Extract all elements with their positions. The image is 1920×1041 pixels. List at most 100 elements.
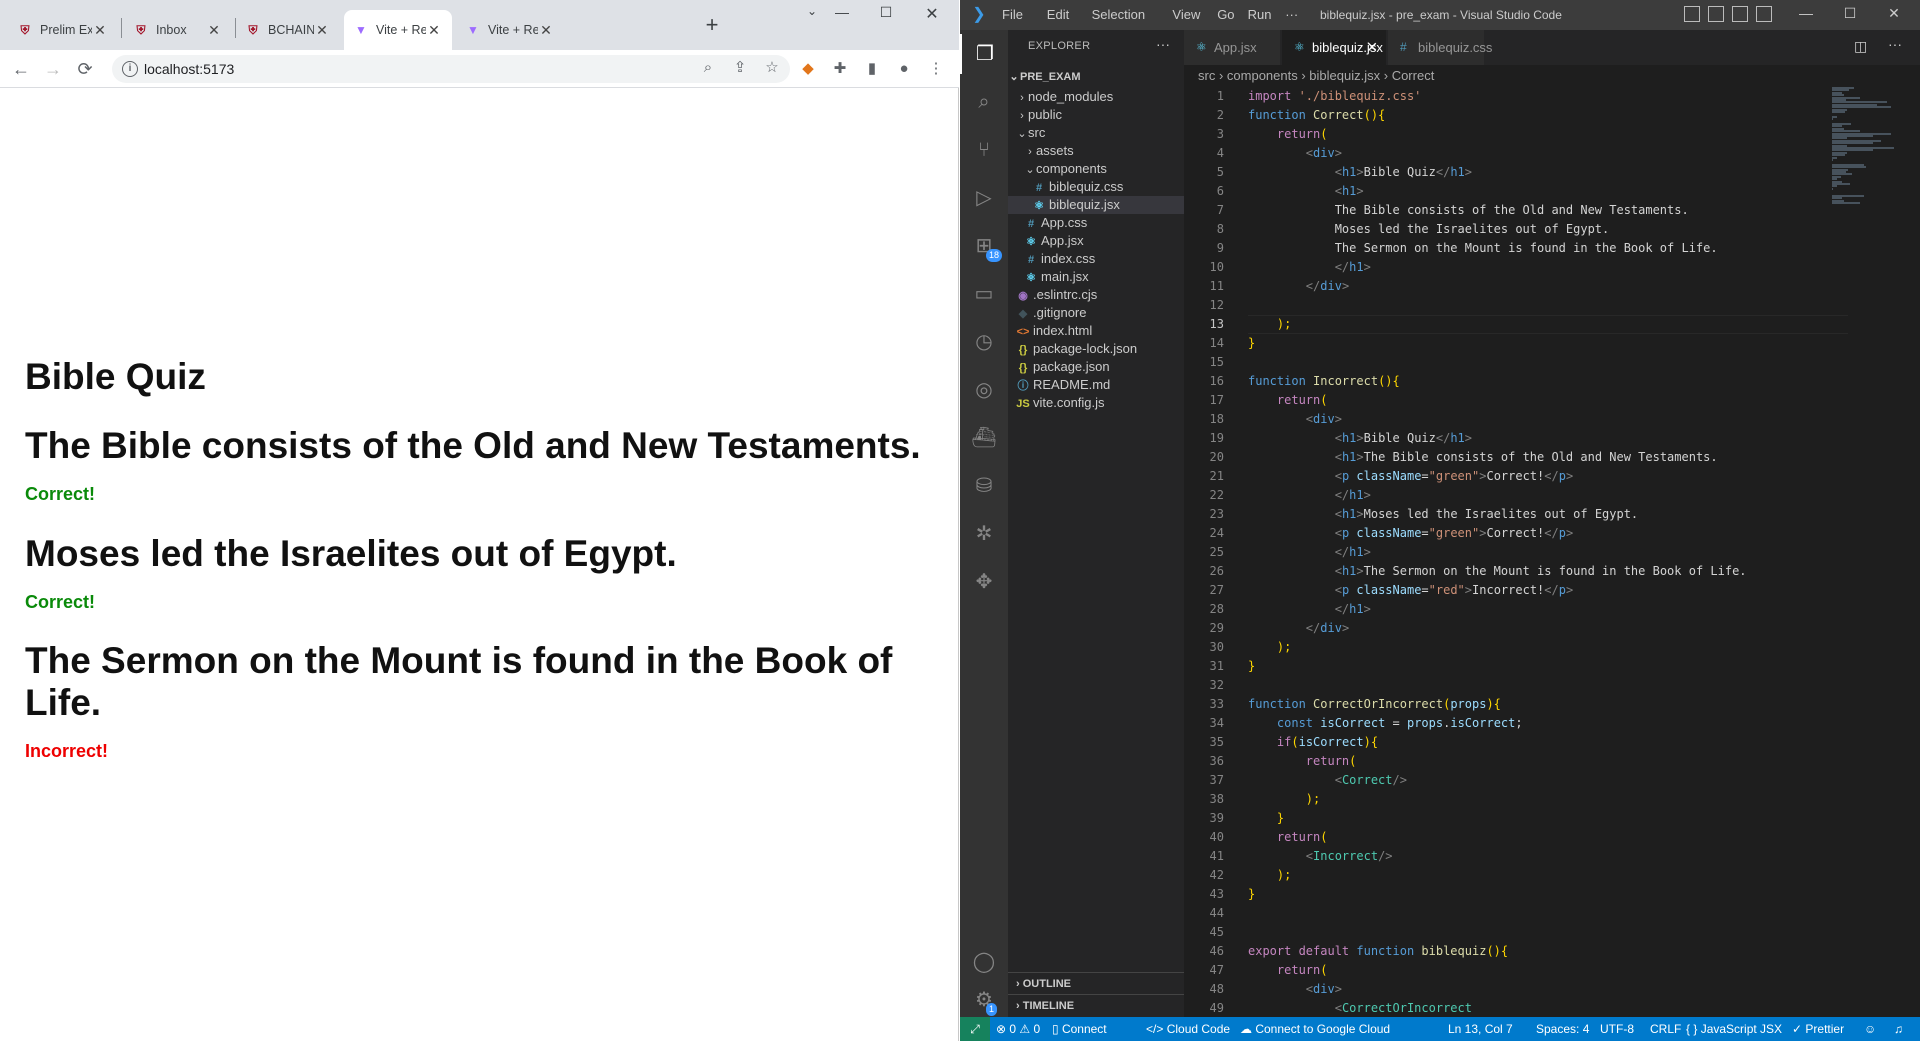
customize-layout-icon[interactable] bbox=[1756, 6, 1772, 22]
outline-section[interactable]: › OUTLINE bbox=[1008, 972, 1184, 994]
profile-avatar-icon[interactable]: ● bbox=[892, 56, 916, 82]
forward-icon[interactable]: → bbox=[40, 56, 66, 82]
notifications-bell-icon[interactable]: ♫ bbox=[1894, 1017, 1903, 1041]
feedback-icon[interactable]: ☺ bbox=[1864, 1017, 1876, 1041]
cloud-code-status[interactable]: </> Cloud Code bbox=[1146, 1017, 1230, 1041]
source-control-icon[interactable]: ⑂ bbox=[960, 130, 1008, 170]
code-editor[interactable]: 1 import './biblequiz.css' 2 function Corre… bbox=[1184, 87, 1920, 1017]
file-item[interactable]: ◉ .eslintrc.cjs bbox=[1008, 286, 1184, 304]
minimap[interactable] bbox=[1832, 87, 1912, 207]
reload-icon[interactable]: ⟳ bbox=[72, 56, 98, 82]
prettier-status[interactable]: ✓ Prettier bbox=[1792, 1017, 1844, 1041]
database-icon[interactable]: ⛁ bbox=[960, 466, 1008, 506]
extensions-icon[interactable]: ⊞ 18 bbox=[960, 226, 1008, 266]
file-item[interactable]: ◆ .gitignore bbox=[1008, 304, 1184, 322]
toggle-secondary-sidebar-icon[interactable] bbox=[1732, 6, 1748, 22]
explorer-more-icon[interactable]: ··· bbox=[1156, 36, 1170, 52]
file-item[interactable]: ⚛ App.jsx bbox=[1008, 232, 1184, 250]
menu-item[interactable]: Edit bbox=[1047, 7, 1069, 22]
run-debug-icon[interactable]: ▷ bbox=[960, 178, 1008, 218]
address-bar[interactable]: i localhost:5173 ⌕ ⇪ ☆ bbox=[112, 55, 790, 83]
breadcrumb-item[interactable]: components bbox=[1227, 68, 1298, 83]
problems-status[interactable]: ⊗ 0 ⚠ 0 bbox=[996, 1017, 1040, 1041]
vscode-close-icon[interactable]: ✕ bbox=[1874, 5, 1914, 22]
file-item[interactable]: # biblequiz.css bbox=[1008, 178, 1184, 196]
close-tab-icon[interactable]: ✕ bbox=[426, 22, 442, 39]
cursor-position[interactable]: Ln 13, Col 7 bbox=[1448, 1017, 1513, 1041]
explorer-icon[interactable]: ❐ bbox=[960, 34, 1008, 74]
menu-item[interactable]: Run bbox=[1248, 7, 1272, 22]
editor-tab[interactable]: # biblequiz.css bbox=[1388, 30, 1492, 65]
cloud-code-icon[interactable]: ◎ bbox=[960, 370, 1008, 410]
close-tab-icon[interactable]: ✕ bbox=[538, 22, 554, 39]
breadcrumb-item[interactable]: biblequiz.jsx bbox=[1309, 68, 1380, 83]
file-item[interactable]: # App.css bbox=[1008, 214, 1184, 232]
chrome-menu-icon[interactable]: ⋮ bbox=[924, 56, 948, 82]
split-editor-icon[interactable]: ◫ bbox=[1854, 38, 1867, 55]
zoom-icon[interactable]: ⌕ bbox=[696, 55, 720, 81]
maximize-icon[interactable]: ☐ bbox=[864, 4, 908, 26]
manage-gear-icon[interactable]: ⚙ 1 bbox=[960, 980, 1008, 1020]
menu-item[interactable]: Go bbox=[1217, 7, 1234, 22]
remote-explorer-icon[interactable]: ▭ bbox=[960, 274, 1008, 314]
folder-item[interactable]: ⌄components bbox=[1008, 160, 1184, 178]
language-mode[interactable]: { } JavaScript JSX bbox=[1686, 1017, 1782, 1041]
breadcrumb-item[interactable]: Correct bbox=[1392, 68, 1435, 83]
remote-indicator-icon[interactable]: ⤢ bbox=[960, 1017, 990, 1041]
close-editor-tab-icon[interactable]: ✕ bbox=[1366, 30, 1378, 65]
browser-tab[interactable]: ⛨ Prelim Exam (✕ bbox=[8, 10, 118, 50]
file-item[interactable]: ⓘ README.md bbox=[1008, 376, 1184, 394]
minimize-icon[interactable]: — bbox=[820, 4, 864, 26]
vscode-minimize-icon[interactable]: — bbox=[1786, 5, 1826, 21]
file-item[interactable]: <> index.html bbox=[1008, 322, 1184, 340]
folder-item[interactable]: › assets bbox=[1008, 142, 1184, 160]
editor-more-icon[interactable]: ··· bbox=[1888, 36, 1902, 52]
share-icon[interactable]: ⇪ bbox=[728, 55, 752, 81]
browser-tab[interactable]: ▼ Vite + React✕ bbox=[344, 10, 452, 50]
folder-item[interactable]: › node_modules bbox=[1008, 88, 1184, 106]
browser-tab[interactable]: ▼ Vite + React✕ bbox=[456, 10, 564, 50]
kubernetes-icon[interactable]: ✲ bbox=[960, 514, 1008, 554]
eol-status[interactable]: CRLF bbox=[1650, 1017, 1681, 1041]
menu-item[interactable]: File bbox=[1002, 7, 1023, 22]
bookmark-star-icon[interactable]: ☆ bbox=[760, 55, 784, 81]
back-icon[interactable]: ← bbox=[8, 56, 34, 82]
file-item[interactable]: {} package-lock.json bbox=[1008, 340, 1184, 358]
extensions-puzzle-icon[interactable]: ✚ bbox=[828, 56, 852, 82]
new-tab-button[interactable]: + bbox=[700, 14, 724, 38]
accounts-icon[interactable]: ◯ bbox=[960, 942, 1008, 982]
timeline-section[interactable]: › TIMELINE bbox=[1008, 994, 1184, 1016]
browser-tab[interactable]: ⛨ BCHAIN-WEE✕ bbox=[236, 10, 340, 50]
close-tab-icon[interactable]: ✕ bbox=[206, 22, 222, 39]
close-tab-icon[interactable]: ✕ bbox=[314, 22, 330, 39]
close-window-icon[interactable]: ✕ bbox=[910, 4, 954, 26]
folder-item[interactable]: ⌄src bbox=[1008, 124, 1184, 142]
file-item[interactable]: {} package.json bbox=[1008, 358, 1184, 376]
editor-tab[interactable]: ⚛ biblequiz.jsx ✕ bbox=[1282, 30, 1386, 65]
menu-item[interactable]: Selection bbox=[1092, 7, 1145, 22]
site-info-icon[interactable]: i bbox=[122, 61, 138, 77]
indentation-status[interactable]: Spaces: 4 bbox=[1536, 1017, 1589, 1041]
file-item[interactable]: ⚛ biblequiz.jsx bbox=[1008, 196, 1184, 214]
browser-tab[interactable]: ⛨ Inbox ✕ bbox=[124, 10, 232, 50]
breadcrumb-item[interactable]: src bbox=[1198, 68, 1215, 83]
toggle-sidebar-icon[interactable] bbox=[1684, 6, 1700, 22]
project-root[interactable]: ⌄PRE_EXAM bbox=[1008, 66, 1184, 88]
google-cloud-status[interactable]: ☁ Connect to Google Cloud bbox=[1240, 1017, 1390, 1041]
apis-icon[interactable]: ✥ bbox=[960, 562, 1008, 602]
toggle-panel-icon[interactable] bbox=[1708, 6, 1724, 22]
connect-status[interactable]: ▯ Connect bbox=[1052, 1017, 1107, 1041]
menu-item[interactable]: ··· bbox=[1285, 7, 1298, 22]
search-icon[interactable]: ⌕ bbox=[960, 82, 1008, 122]
file-item[interactable]: # index.css bbox=[1008, 250, 1184, 268]
encoding-status[interactable]: UTF-8 bbox=[1600, 1017, 1634, 1041]
folder-item[interactable]: › public bbox=[1008, 106, 1184, 124]
docker-icon[interactable]: ⛴ bbox=[960, 418, 1008, 458]
close-tab-icon[interactable]: ✕ bbox=[92, 22, 108, 39]
gitlens-icon[interactable]: ◷ bbox=[960, 322, 1008, 362]
file-item[interactable]: JS vite.config.js bbox=[1008, 394, 1184, 412]
menu-item[interactable]: View bbox=[1172, 7, 1200, 22]
metamask-extension-icon[interactable]: ◆ bbox=[796, 56, 820, 82]
side-panel-icon[interactable]: ▮ bbox=[860, 56, 884, 82]
editor-tab[interactable]: ⚛ App.jsx bbox=[1184, 30, 1280, 65]
